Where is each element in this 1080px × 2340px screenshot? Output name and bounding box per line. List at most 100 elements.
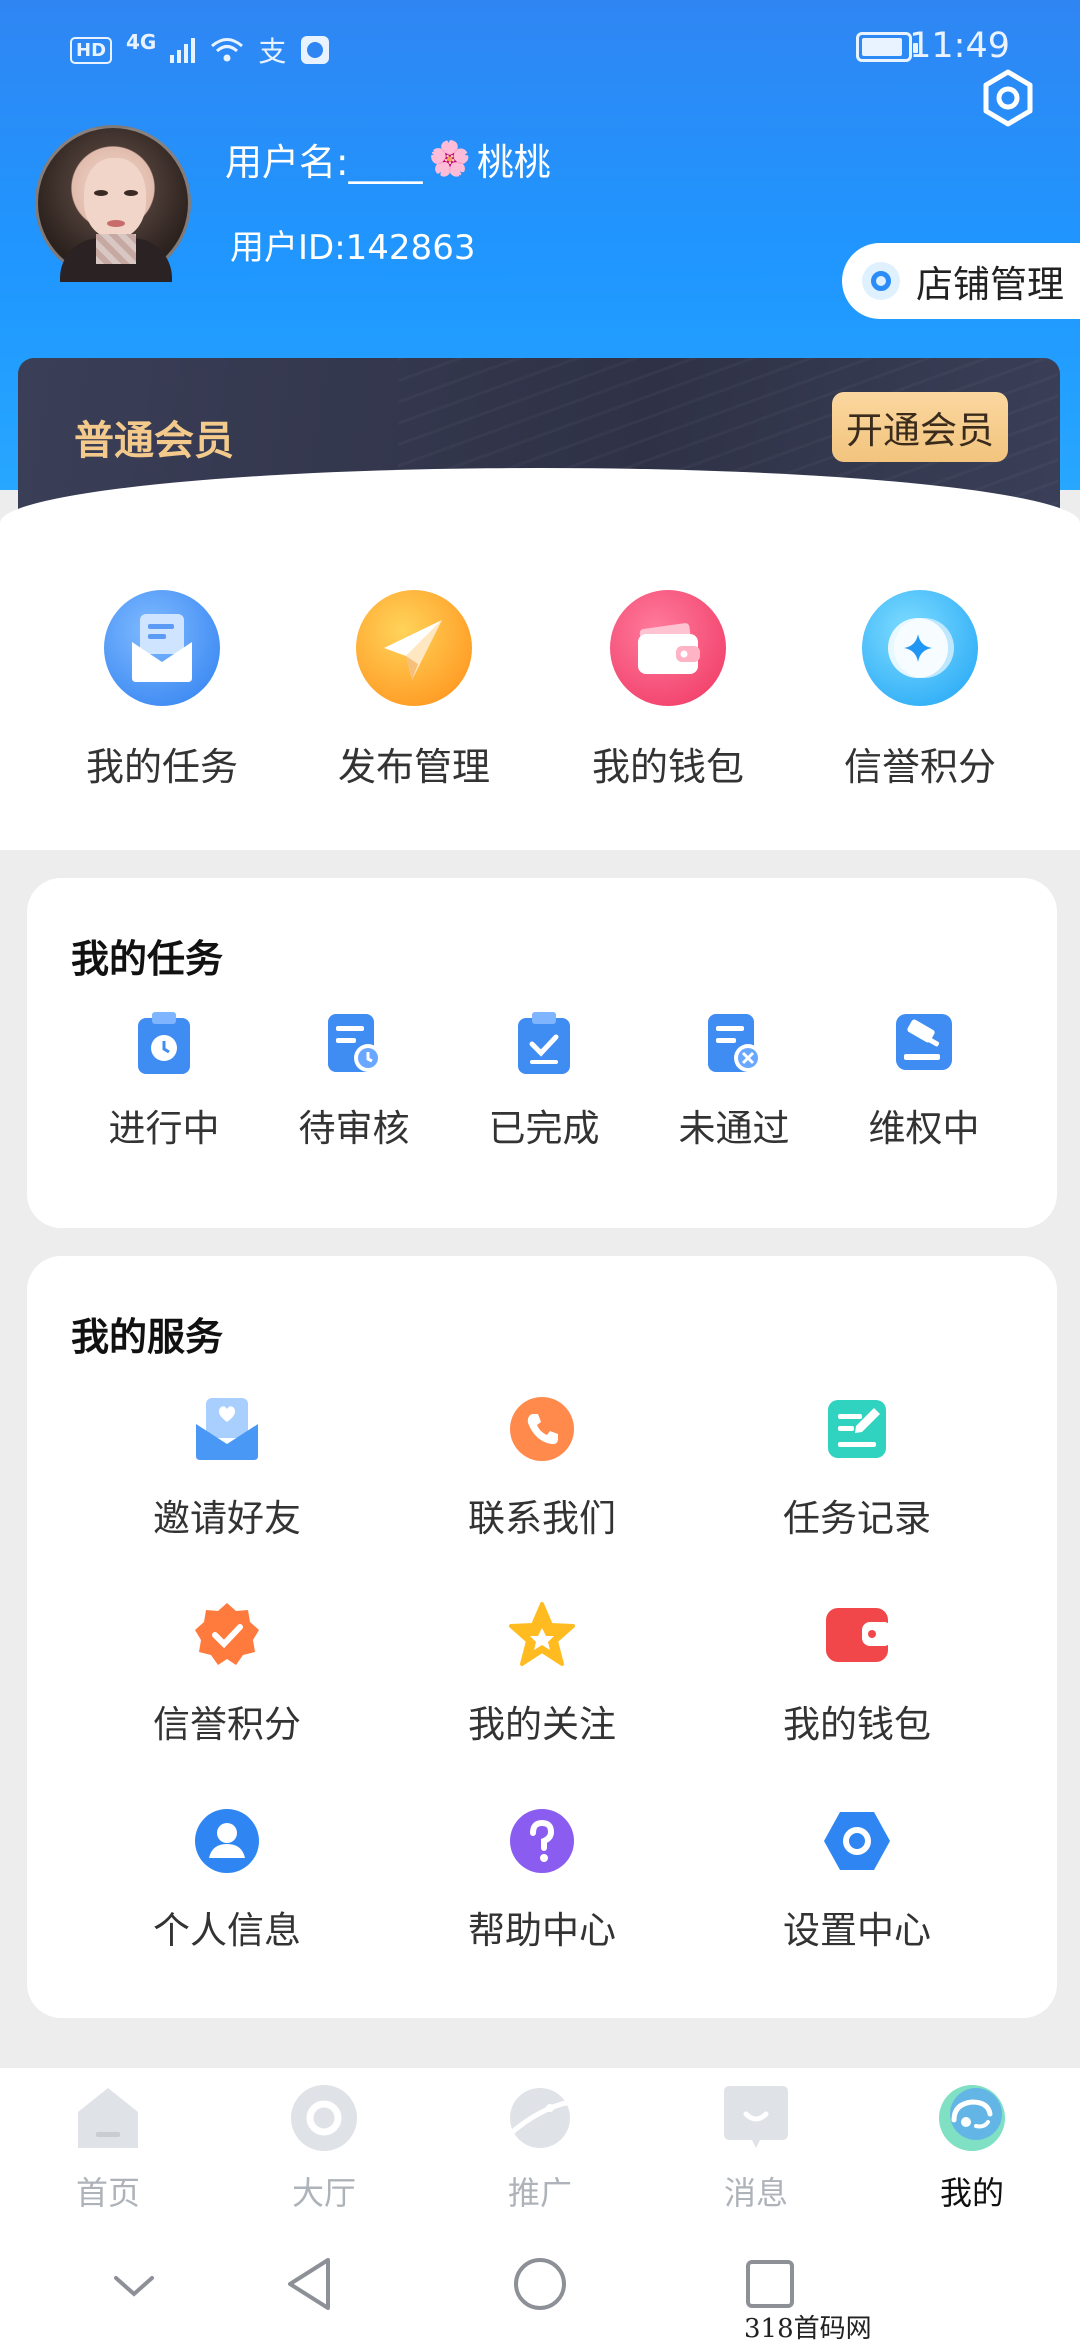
flower-icon: 🌸 [428, 139, 471, 179]
task-pending-review[interactable]: 待审核 [259, 1010, 449, 1152]
quick-wallet-label: 我的钱包 [591, 745, 744, 789]
service-invite-friends[interactable]: 邀请好友 [77, 1394, 377, 1542]
quick-credit-points[interactable]: 信誉积分 [820, 590, 1020, 791]
nav-promote[interactable]: 推广 [460, 2082, 620, 2214]
home-circle-icon[interactable] [512, 2256, 568, 2312]
quick-publish-management[interactable]: 发布管理 [314, 590, 514, 791]
task-not-passed[interactable]: 未通过 [639, 1010, 829, 1152]
question-icon [507, 1806, 577, 1876]
gavel-icon [892, 1010, 956, 1076]
edit-note-icon [822, 1394, 892, 1464]
watermark: 318首码网 www.e318.com [738, 2308, 1080, 2340]
service-help-center[interactable]: 帮助中心 [392, 1806, 692, 1954]
service-my-wallet-label: 我的钱包 [783, 1703, 931, 1746]
clock-clipboard-icon [132, 1010, 196, 1076]
username-row: 用户名:____ 🌸 桃桃 [225, 132, 551, 186]
back-icon[interactable] [284, 2256, 334, 2312]
quick-my-tasks-label: 我的任务 [85, 745, 238, 789]
collapse-icon[interactable] [112, 2274, 156, 2300]
nav-messages[interactable]: 消息 [676, 2082, 836, 2214]
clock: 11:49 [909, 26, 1010, 66]
service-credit-points[interactable]: 信誉积分 [77, 1600, 377, 1748]
nav-promote-label: 推广 [507, 2174, 572, 2212]
quick-my-wallet[interactable]: 我的钱包 [568, 590, 768, 791]
quick-actions: 我的任务 发布管理 我的钱包 信誉积分 [0, 590, 1080, 800]
hall-icon [288, 2082, 360, 2154]
service-my-follows-label: 我的关注 [468, 1703, 616, 1746]
avatar[interactable] [35, 125, 191, 282]
alipay-icon: 支 [258, 35, 287, 68]
membership-level: 普通会员 [74, 418, 234, 464]
quick-my-tasks[interactable]: 我的任务 [62, 590, 262, 791]
person-icon [192, 1806, 262, 1876]
my-services-card: 我的服务 邀请好友 联系我们 任务记录 信誉积分 我的关注 我的钱包 个人信息 … [27, 1256, 1057, 2018]
review-clock-icon [322, 1010, 386, 1076]
wallet-icon [822, 1600, 892, 1670]
nav-home-label: 首页 [75, 2174, 140, 2212]
planet-icon [504, 2082, 576, 2154]
service-contact-us[interactable]: 联系我们 [392, 1394, 692, 1542]
service-task-records[interactable]: 任务记录 [707, 1394, 1007, 1542]
nav-home[interactable]: 首页 [28, 2082, 188, 2214]
my-services-title: 我的服务 [71, 1306, 224, 1361]
badge-check-icon [192, 1600, 262, 1670]
paper-plane-icon [356, 590, 472, 706]
service-settings-center[interactable]: 设置中心 [707, 1806, 1007, 1954]
nav-messages-label: 消息 [723, 2174, 788, 2212]
task-rights-protection[interactable]: 维权中 [829, 1010, 1019, 1152]
star-icon [507, 1600, 577, 1670]
task-pending-review-label: 待审核 [298, 1107, 410, 1150]
diamond-coin-icon [862, 590, 978, 706]
service-personal-info[interactable]: 个人信息 [77, 1806, 377, 1954]
header-curve [0, 468, 1080, 568]
hd-indicator: HD [70, 36, 113, 64]
service-settings-center-label: 设置中心 [783, 1909, 931, 1952]
service-invite-friends-label: 邀请好友 [153, 1497, 301, 1540]
nav-hall-label: 大厅 [291, 2174, 356, 2212]
shop-icon [862, 262, 900, 300]
envelope-icon [104, 590, 220, 706]
task-in-progress-label: 进行中 [108, 1107, 220, 1150]
service-my-wallet[interactable]: 我的钱包 [707, 1600, 1007, 1748]
user-id: 用户ID:142863 [230, 228, 476, 268]
network-indicator: 4G [126, 30, 157, 54]
shop-management-button[interactable]: 店铺管理 [842, 243, 1080, 319]
quick-credit-label: 信誉积分 [843, 745, 996, 789]
task-completed-label: 已完成 [488, 1107, 600, 1150]
battery-icon [856, 32, 918, 62]
nav-hall[interactable]: 大厅 [244, 2082, 404, 2214]
settings-icon[interactable] [978, 68, 1038, 128]
task-not-passed-label: 未通过 [678, 1107, 790, 1150]
phone-icon [507, 1394, 577, 1464]
status-bar: HD 4G 支 11:49 [0, 22, 1080, 92]
mine-icon [936, 2082, 1008, 2154]
home-icon [72, 2082, 144, 2154]
nav-mine[interactable]: 我的 [892, 2082, 1052, 2214]
service-personal-info-label: 个人信息 [153, 1909, 301, 1952]
service-task-records-label: 任务记录 [783, 1497, 931, 1540]
task-completed[interactable]: 已完成 [449, 1010, 639, 1152]
rejected-doc-icon [702, 1010, 766, 1076]
signal-icon [170, 38, 196, 63]
task-rights-protection-label: 维权中 [868, 1107, 980, 1150]
nav-mine-label: 我的 [939, 2174, 1004, 2212]
check-clipboard-icon [512, 1010, 576, 1076]
shop-management-label: 店铺管理 [916, 263, 1064, 306]
task-in-progress[interactable]: 进行中 [69, 1010, 259, 1152]
message-icon [720, 2082, 792, 2154]
quick-publish-label: 发布管理 [337, 745, 490, 789]
bottom-navigation: 首页 大厅 推广 消息 我的 [0, 2068, 1080, 2218]
username-label: 用户名:____ [225, 141, 423, 184]
service-my-follows[interactable]: 我的关注 [392, 1600, 692, 1748]
open-membership-button[interactable]: 开通会员 [832, 392, 1008, 462]
service-help-center-label: 帮助中心 [468, 1909, 616, 1952]
vpn-icon [301, 36, 330, 64]
recents-icon[interactable] [744, 2258, 796, 2310]
service-contact-us-label: 联系我们 [468, 1497, 616, 1540]
hexagon-gear-icon [822, 1806, 892, 1876]
my-tasks-title: 我的任务 [71, 928, 224, 983]
my-tasks-card: 我的任务 进行中 待审核 已完成 未通过 维权中 [27, 878, 1057, 1228]
heart-mail-icon [192, 1394, 262, 1464]
service-credit-points-label: 信誉积分 [153, 1703, 301, 1746]
wifi-icon [211, 38, 244, 62]
